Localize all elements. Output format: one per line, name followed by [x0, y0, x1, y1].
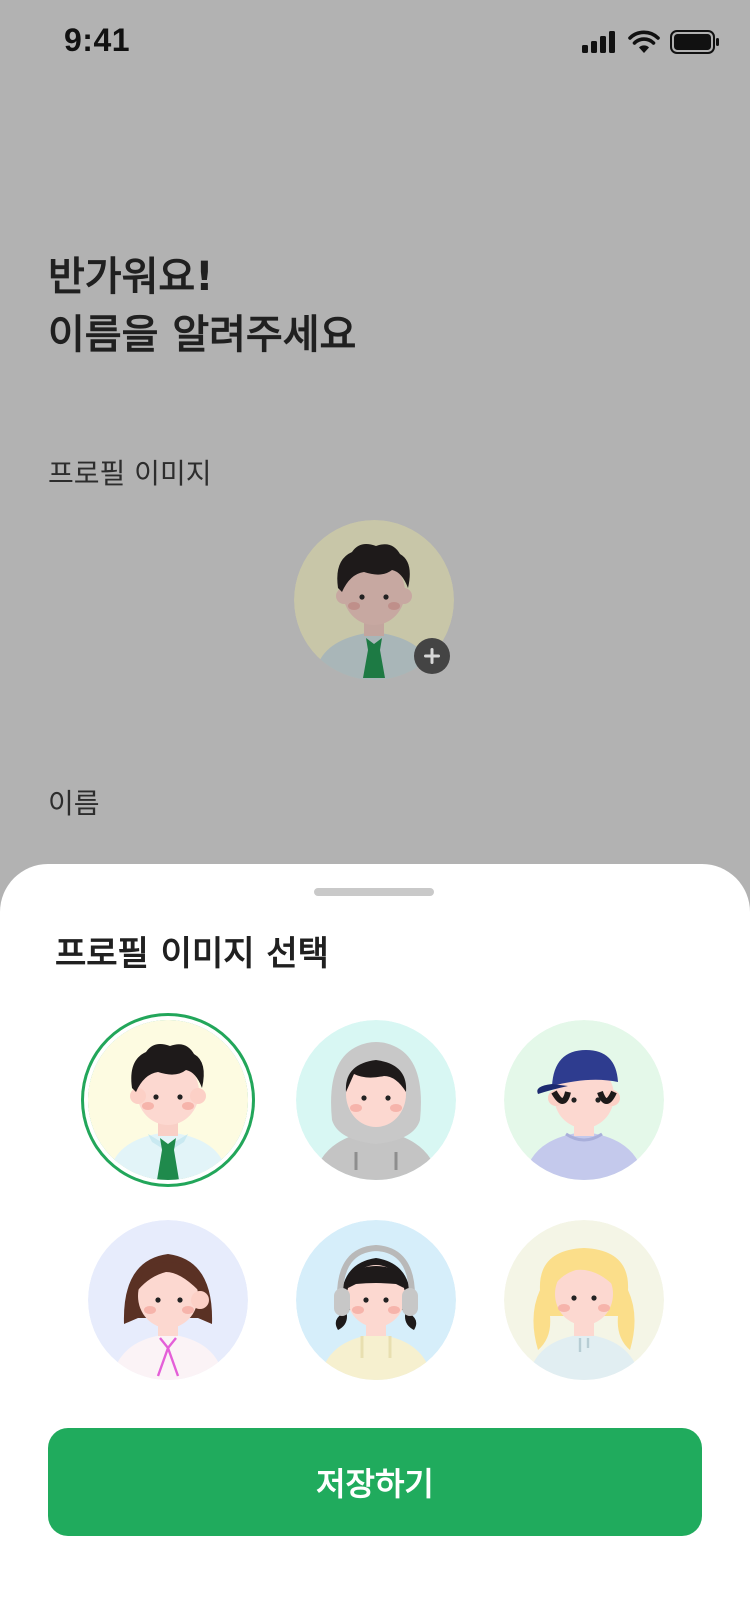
blue-cap-avatar-image	[504, 1020, 664, 1180]
name-label: 이름	[48, 787, 100, 820]
curly-hair-avatar-image	[88, 1020, 248, 1180]
avatar-grid	[0, 864, 750, 1384]
background-screen: 반가워요! 이름을 알려주세요 프로필 이미지 이름	[0, 0, 750, 870]
greeting-line-1: 반가워요!	[48, 254, 214, 300]
hoodie-avatar-image	[296, 1020, 456, 1180]
profile-image-bottom-sheet: 프로필 이미지 선택 저장하기	[0, 864, 750, 1624]
add-photo-button[interactable]	[414, 638, 450, 674]
greeting-line-2: 이름을 알려주세요	[48, 312, 357, 358]
avatar-option-blue-cap[interactable]	[504, 1020, 664, 1180]
page-title: 반가워요! 이름을 알려주세요	[48, 248, 356, 364]
profile-image-label: 프로필 이미지	[48, 457, 212, 490]
headphones-avatar-image	[296, 1220, 456, 1380]
plus-icon	[424, 648, 440, 664]
save-button[interactable]: 저장하기	[48, 1428, 702, 1536]
blonde-wavy-avatar-image	[504, 1220, 664, 1380]
brown-bob-avatar-image	[88, 1220, 248, 1380]
avatar-option-headphones[interactable]	[296, 1220, 456, 1380]
avatar-option-hoodie[interactable]	[296, 1020, 456, 1180]
avatar-option-curly-hair[interactable]	[88, 1020, 248, 1180]
avatar-option-blonde-wavy[interactable]	[504, 1220, 664, 1380]
avatar-option-brown-bob[interactable]	[88, 1220, 248, 1380]
